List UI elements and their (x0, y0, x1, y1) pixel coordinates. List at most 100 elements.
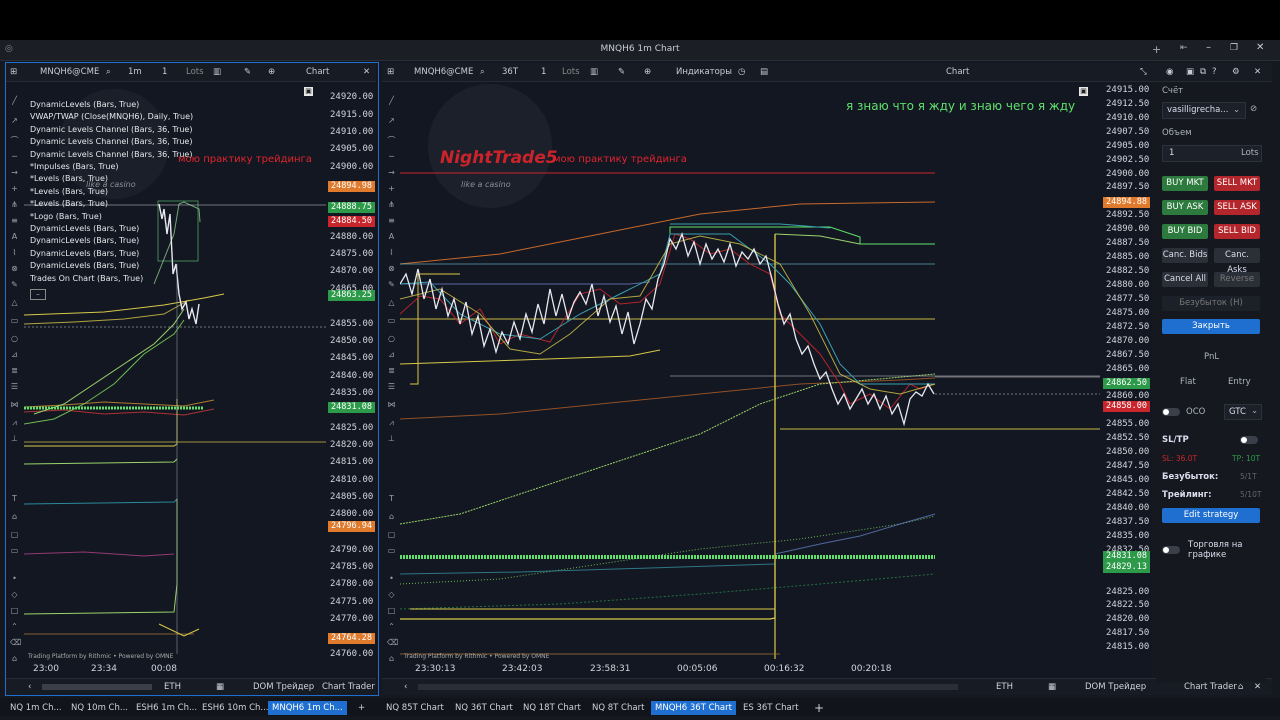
zoom-icon[interactable]: ⊕ (268, 67, 275, 77)
up-icon[interactable]: ⌃ (10, 622, 19, 631)
pencil-icon[interactable]: ✎ (10, 280, 19, 289)
cancel-bids-button[interactable]: Canc. Bids (1162, 248, 1208, 263)
tab-nq-36t[interactable]: NQ 36T Chart (451, 701, 517, 715)
tab-nq-1m[interactable]: NQ 1m Ch... (6, 701, 66, 715)
arrow-tool-icon[interactable]: → (10, 168, 19, 177)
account-select[interactable]: vasilligrecha... ⌄ (1162, 102, 1246, 119)
indicator-row[interactable]: Dynamic Levels Channel (Bars, 36, True) (30, 150, 192, 159)
pencil-icon[interactable]: ✎ (387, 280, 396, 289)
ray-tool-icon[interactable]: ⌒ (10, 136, 19, 145)
fibtime-icon[interactable]: ⊥ (10, 434, 19, 443)
line-tool-icon[interactable]: ↗ (10, 116, 19, 125)
bars-type-icon[interactable]: ▥ (590, 67, 598, 77)
buy-bid-button[interactable]: BUY BID (1162, 224, 1208, 239)
right-dom-button[interactable]: DOM Трейдер (1085, 682, 1146, 692)
measure-icon[interactable]: ⊿ (10, 350, 19, 359)
right-chart-canvas[interactable] (400, 84, 1100, 664)
oco-toggle[interactable] (1162, 408, 1180, 416)
chart-settings-icon[interactable]: ▣ (304, 87, 313, 96)
scrollbar[interactable] (418, 684, 958, 690)
settings-icon[interactable]: ⚙ (1232, 67, 1240, 77)
indicator-row[interactable]: Dynamic Levels Channel (Bars, 36, True) (30, 137, 192, 146)
indicator-row[interactable]: DynamicLevels (Bars, True) (30, 249, 139, 258)
drawing-icon[interactable]: ✎ (244, 67, 251, 77)
menu-icon[interactable]: ⊞ (10, 67, 17, 77)
rectangle-icon[interactable]: ▭ (387, 316, 396, 325)
horizontal-line-icon[interactable]: ─ (10, 152, 19, 161)
tab-nq-8t[interactable]: NQ 8T Chart (588, 701, 648, 715)
trash-icon[interactable]: ⌫ (387, 638, 398, 647)
tp-value[interactable]: TP: 10T (1232, 454, 1260, 463)
right-symbol[interactable]: MNQH6@CME (414, 67, 473, 77)
bars-type-icon[interactable]: ▥ (213, 67, 221, 77)
calendar-icon[interactable]: ▦ (1048, 682, 1056, 692)
close-icon[interactable]: ✕ (1254, 682, 1261, 692)
search-icon[interactable]: ⌕ (480, 67, 485, 77)
scroll-left-icon[interactable]: ‹ (28, 682, 31, 692)
indicators-button[interactable]: Индикаторы (676, 67, 732, 77)
square-icon[interactable]: □ (387, 606, 396, 615)
list-icon[interactable]: ☰ (10, 382, 19, 391)
fib-icon[interactable]: ≡ (387, 216, 396, 225)
indicator-row[interactable]: DynamicLevels (Bars, True) (30, 261, 139, 270)
minimize-icon[interactable]: – (1206, 42, 1211, 53)
lock-icon[interactable]: ⌂ (10, 654, 19, 663)
tab-esh6-1m[interactable]: ESH6 1m Ch... (132, 701, 201, 715)
right-timeframe[interactable]: 36T (502, 67, 518, 77)
magnet-icon[interactable]: ⋈ (387, 400, 396, 409)
tab-es-36t[interactable]: ES 36T Chart (739, 701, 803, 715)
levels-icon[interactable]: ≣ (387, 366, 396, 375)
close-tab-icon[interactable]: + (354, 701, 369, 715)
note-icon[interactable]: ▢ (387, 530, 396, 539)
text-tool-icon[interactable]: A (387, 232, 396, 241)
tab-nq-10m[interactable]: NQ 10m Ch... (67, 701, 132, 715)
triangle-icon[interactable]: △ (387, 298, 396, 307)
calendar-icon[interactable]: ▦ (216, 682, 224, 692)
left-chart-trader-button[interactable]: Chart Trader (322, 682, 375, 692)
close-position-button[interactable]: Закрыть (1162, 319, 1260, 334)
cursor-tool-icon[interactable]: ╱ (10, 96, 19, 105)
indicator-row[interactable]: Dynamic Levels Channel (Bars, 36, True) (30, 125, 192, 134)
eraser-icon[interactable]: ◇ (387, 590, 396, 599)
cancel-all-button[interactable]: Cancel All (1162, 272, 1208, 287)
left-quantity[interactable]: 1 (162, 67, 167, 77)
sell-market-button[interactable]: SELL MKT (1214, 176, 1260, 191)
left-session[interactable]: ETH (164, 682, 181, 692)
tif-select[interactable]: GTC ⌄ (1224, 404, 1262, 420)
scrollbar[interactable] (42, 684, 152, 690)
sell-bid-button[interactable]: SELL BID (1214, 224, 1260, 239)
zigzag-icon[interactable]: ⩘ (10, 418, 19, 427)
sltp-toggle[interactable] (1240, 436, 1258, 444)
tab-nq-18t[interactable]: NQ 18T Chart (519, 701, 585, 715)
cancel-asks-button[interactable]: Canc. Asks (1214, 248, 1260, 275)
list-icon[interactable]: ☰ (387, 382, 396, 391)
cross-tool-icon[interactable]: + (387, 184, 396, 193)
indicator-row[interactable]: *Logo (Bars, True) (30, 212, 102, 221)
target-icon[interactable]: ⊗ (387, 264, 396, 273)
comment-icon[interactable]: ▭ (10, 546, 19, 555)
volume-input[interactable]: 1 Lots (1162, 145, 1262, 162)
note-icon[interactable]: ▢ (10, 530, 19, 539)
lock-icon[interactable]: ⌂ (387, 654, 396, 663)
picture-icon[interactable]: ▣ (1186, 67, 1194, 77)
line-tool-icon[interactable]: ↗ (387, 116, 396, 125)
pitchfork-icon[interactable]: ⋔ (387, 200, 396, 209)
close-right-chart-icon[interactable]: ✕ (1254, 67, 1261, 77)
fibtime-icon[interactable]: ⊥ (387, 434, 396, 443)
zoom-icon[interactable]: ⊕ (644, 67, 651, 77)
menu-icon[interactable]: ⊞ (387, 67, 394, 77)
maximize-icon[interactable]: ❐ (1230, 43, 1238, 53)
collapse-indicators-icon[interactable]: – (30, 289, 46, 300)
hide-icon[interactable]: ⊘ (1250, 104, 1257, 114)
drawing-icon[interactable]: ✎ (618, 67, 625, 77)
indicator-row[interactable]: Trades On Chart (Bars, True) (30, 274, 143, 283)
left-dom-button[interactable]: DOM Трейдер (253, 682, 314, 692)
target-icon[interactable]: ⊗ (10, 264, 19, 273)
left-timeframe[interactable]: 1m (128, 67, 142, 77)
left-chart-canvas[interactable] (24, 84, 326, 664)
indicator-row[interactable]: DynamicLevels (Bars, True) (30, 236, 139, 245)
add-tab-button[interactable]: + (810, 701, 828, 715)
tab-nq-85t[interactable]: NQ 85T Chart (382, 701, 448, 715)
right-session[interactable]: ETH (996, 682, 1013, 692)
collapse-icon[interactable]: ⇤ (1180, 43, 1188, 53)
